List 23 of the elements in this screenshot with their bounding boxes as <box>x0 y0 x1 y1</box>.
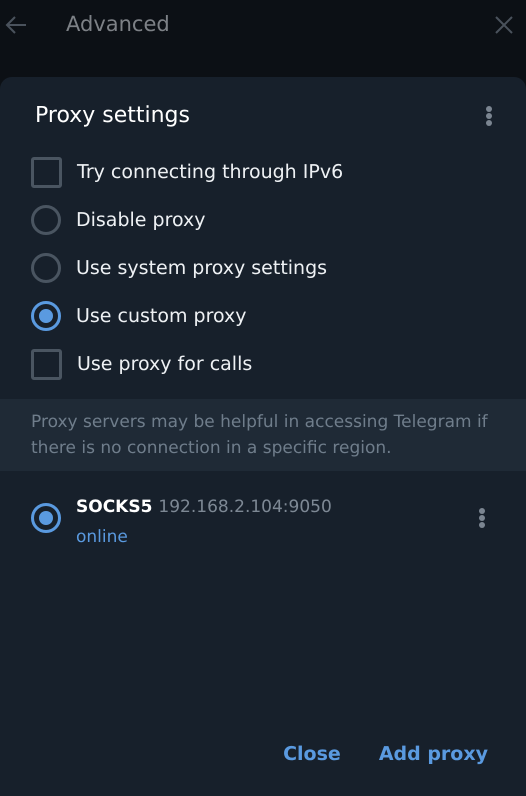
proxy-type: SOCKS5 <box>76 496 152 519</box>
proxy-more-icon[interactable] <box>478 507 486 529</box>
more-options-icon[interactable] <box>485 104 493 126</box>
option-label[interactable]: Try connecting through IPv6 <box>77 158 344 186</box>
info-text: Proxy servers may be helpful in accessing Telegram if there is no connection in a specific region. <box>31 411 489 460</box>
option-label[interactable]: Use custom proxy <box>76 302 247 330</box>
radio-button[interactable] <box>31 253 61 283</box>
close-icon[interactable] <box>494 15 514 35</box>
checkbox[interactable] <box>31 156 62 188</box>
option-label[interactable]: Disable proxy <box>76 206 206 234</box>
dialog-button[interactable]: Add proxy <box>374 736 492 772</box>
radio-button[interactable] <box>31 205 61 235</box>
proxy-address: 192.168.2.104:9050 <box>158 496 332 519</box>
back-arrow-icon[interactable] <box>4 15 28 35</box>
radio-button[interactable] <box>31 503 61 533</box>
option-label[interactable]: Use system proxy settings <box>76 254 328 282</box>
dialog-button[interactable]: Close <box>279 736 345 772</box>
checkbox[interactable] <box>31 348 62 380</box>
dialog-title: Proxy settings <box>35 102 190 130</box>
option-label[interactable]: Use proxy for calls <box>77 350 252 378</box>
proxy-status: online <box>76 526 129 548</box>
page-title: Advanced <box>66 11 170 38</box>
radio-button[interactable] <box>31 301 61 331</box>
